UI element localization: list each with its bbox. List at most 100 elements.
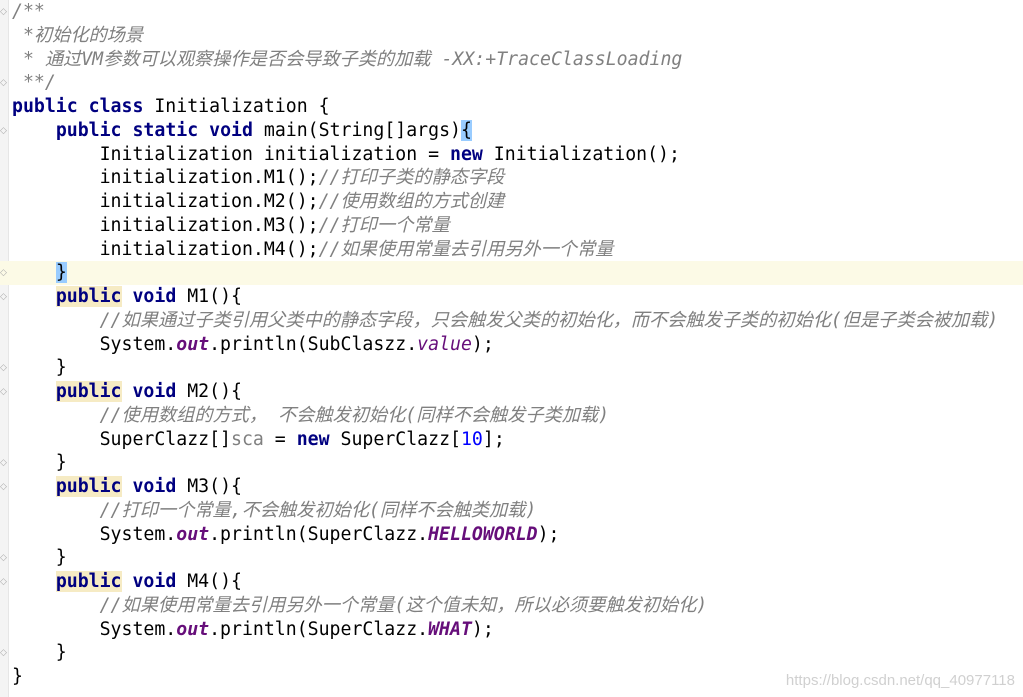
comment: //如果使用常量去引用另外一个常量(这个值未知，所以必须要触发初始化)	[99, 594, 708, 616]
static-field: WHAT	[428, 618, 472, 640]
code-line[interactable]: System.out.println(SuperClazz.WHAT);	[12, 618, 1023, 642]
code-text: );	[537, 523, 560, 545]
code-text: Initialization();	[482, 143, 680, 165]
code-text: }	[12, 547, 67, 569]
code-line[interactable]: **/	[12, 71, 1023, 95]
keyword-highlighted: public	[55, 571, 122, 592]
code-text: System.	[12, 523, 177, 545]
code-text: M3(){	[176, 476, 242, 497]
fold-toggle-icon[interactable]: ◇	[0, 6, 8, 16]
editor-gutter	[0, 0, 9, 697]
fold-toggle-icon[interactable]: ◇	[0, 125, 8, 135]
fold-toggle-icon[interactable]: ◇	[0, 267, 8, 277]
code-text: SuperClazz[]	[12, 428, 231, 450]
code-text: M1(){	[176, 286, 242, 307]
code-line[interactable]: System.out.println(SubClaszz.value);	[12, 333, 1023, 357]
code-text: =	[263, 428, 297, 450]
fold-toggle-icon[interactable]: ◇	[0, 552, 8, 562]
code-text: .println(SubClaszz.	[209, 333, 418, 355]
code-text: }	[12, 666, 23, 687]
keyword: void	[132, 476, 177, 497]
code-text: }	[12, 357, 67, 379]
code-line[interactable]: public static void main(String[]args){	[12, 119, 1023, 143]
code-line[interactable]: public void M4(){	[12, 570, 1023, 594]
keyword-highlighted: public	[55, 286, 122, 307]
field: value	[417, 333, 472, 355]
code-line[interactable]: //如果通过子类引用父类中的静态字段，只会触发父类的初始化，而不会触发子类的初始…	[12, 309, 1023, 333]
fold-toggle-icon[interactable]: ◇	[0, 481, 8, 491]
comment: *初始化的场景	[12, 24, 144, 46]
comment: /**	[12, 1, 45, 22]
static-field: HELLOWORLD	[428, 523, 538, 545]
fold-toggle-icon[interactable]: ◇	[0, 77, 8, 87]
code-text: ];	[482, 428, 505, 450]
code-line[interactable]: }	[12, 356, 1023, 380]
comment: //使用数组的方式创建	[318, 191, 505, 212]
code-text: System.	[12, 333, 177, 355]
static-field: out	[176, 523, 210, 545]
code-text: initialization.M1();	[12, 167, 319, 189]
matched-brace: }	[55, 262, 67, 284]
fold-toggle-icon[interactable]: ◇	[0, 457, 8, 467]
code-line[interactable]: Initialization initialization = new Init…	[12, 143, 1023, 167]
unused-variable: sca	[231, 428, 264, 450]
fold-toggle-icon[interactable]: ◇	[0, 386, 8, 396]
comment: **/	[12, 72, 56, 94]
code-line[interactable]: public void M1(){	[12, 285, 1023, 309]
code-line[interactable]: initialization.M4();//如果使用常量去引用另外一个常量	[12, 238, 1023, 262]
code-line[interactable]: * 通过VM参数可以观察操作是否会导致子类的加载 -XX:+TraceClass…	[12, 48, 1023, 72]
code-line[interactable]: /**	[12, 0, 1023, 24]
code-editor[interactable]: /** *初始化的场景 * 通过VM参数可以观察操作是否会导致子类的加载 -XX…	[0, 0, 1023, 689]
comment: //使用数组的方式， 不会触发初始化(同样不会触发子类加载)	[99, 404, 610, 426]
code-text: System.	[12, 618, 177, 640]
code-text: .println(SuperClazz.	[209, 618, 429, 640]
keyword: new	[296, 428, 330, 450]
number-literal: 10	[460, 428, 483, 450]
code-text: Initialization initialization =	[12, 143, 450, 165]
static-field: out	[176, 333, 210, 355]
code-line[interactable]: public void M3(){	[12, 475, 1023, 499]
fold-toggle-icon[interactable]: ◇	[0, 291, 8, 301]
code-line[interactable]: //打印一个常量,不会触发初始化(同样不会触类加载)	[12, 499, 1023, 523]
code-line[interactable]: System.out.println(SuperClazz.HELLOWORLD…	[12, 523, 1023, 547]
keyword: void	[132, 381, 177, 402]
watermark: https://blog.csdn.net/qq_40977118	[785, 672, 1015, 689]
code-text: }	[12, 452, 67, 474]
code-line[interactable]: SuperClazz[]sca = new SuperClazz[10];	[12, 428, 1023, 452]
code-line[interactable]: }	[0, 261, 1023, 285]
code-line[interactable]: initialization.M3();//打印一个常量	[12, 214, 1023, 238]
fold-toggle-icon[interactable]: ◇	[0, 576, 8, 586]
fold-toggle-icon[interactable]: ◇	[0, 647, 8, 657]
code-line[interactable]: //如果使用常量去引用另外一个常量(这个值未知，所以必须要触发初始化)	[12, 594, 1023, 618]
code-line[interactable]: initialization.M2();//使用数组的方式创建	[12, 190, 1023, 214]
code-line[interactable]: //使用数组的方式， 不会触发初始化(同样不会触发子类加载)	[12, 404, 1023, 428]
code-line[interactable]: public void M2(){	[12, 380, 1023, 404]
code-line[interactable]: }	[12, 451, 1023, 475]
keyword: class	[88, 96, 144, 117]
code-text: SuperClazz[	[329, 428, 461, 450]
comment: //打印子类的静态字段	[318, 167, 505, 189]
code-text: initialization.M3();	[12, 214, 319, 236]
keyword: new	[450, 143, 483, 165]
code-line[interactable]: *初始化的场景	[12, 24, 1023, 48]
keyword-highlighted: public	[55, 381, 122, 402]
keyword: void	[132, 571, 177, 592]
code-line[interactable]: }	[12, 641, 1023, 665]
fold-toggle-icon[interactable]: ◇	[0, 362, 8, 372]
code-line[interactable]: initialization.M1();//打印子类的静态字段	[12, 166, 1023, 190]
code-text: Initialization {	[143, 96, 330, 117]
code-line[interactable]: }	[12, 546, 1023, 570]
comment: //如果通过子类引用父类中的静态字段，只会触发父类的初始化，而不会触发子类的初始…	[99, 309, 999, 331]
keyword: static	[132, 119, 199, 141]
code-line[interactable]: public class Initialization {	[12, 95, 1023, 119]
